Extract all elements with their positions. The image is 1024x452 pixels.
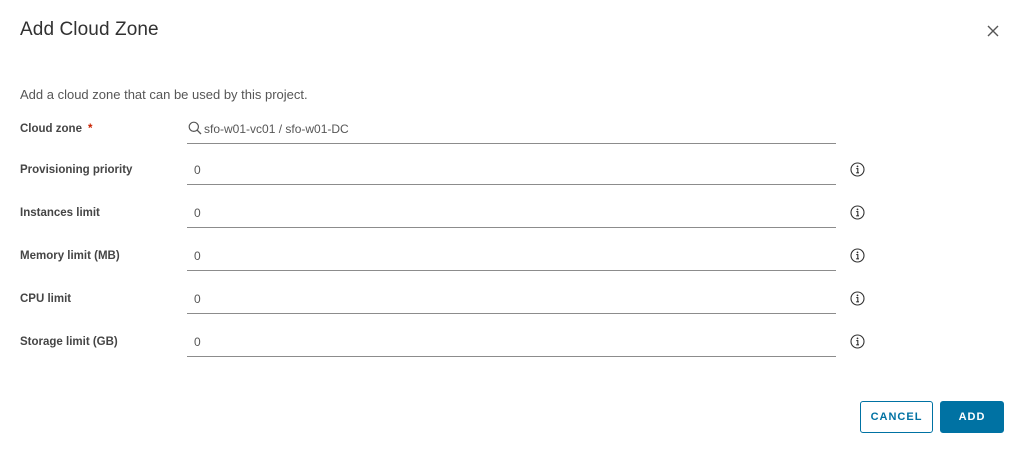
- info-icon[interactable]: [850, 205, 865, 220]
- info-icon[interactable]: [850, 291, 865, 306]
- instances-limit-field: [187, 199, 836, 228]
- storage-limit-field: [187, 328, 836, 357]
- info-icon[interactable]: [850, 248, 865, 263]
- cloud-zone-label: Cloud zone *: [20, 123, 93, 135]
- storage-limit-input[interactable]: [187, 329, 836, 355]
- cloud-zone-row: Cloud zone *: [0, 115, 1024, 145]
- close-icon: [987, 25, 999, 37]
- cloud-zone-field: [187, 115, 836, 144]
- memory-limit-label: Memory limit (MB): [20, 250, 120, 262]
- instances-limit-input[interactable]: [187, 200, 836, 226]
- storage-limit-row: Storage limit (GB): [0, 328, 1024, 358]
- memory-limit-row: Memory limit (MB): [0, 242, 1024, 272]
- close-button[interactable]: [983, 21, 1003, 41]
- cpu-limit-input[interactable]: [187, 286, 836, 312]
- provisioning-priority-row: Provisioning priority: [0, 156, 1024, 186]
- required-marker: *: [87, 123, 93, 135]
- info-icon[interactable]: [850, 162, 865, 177]
- storage-limit-label: Storage limit (GB): [20, 336, 118, 348]
- instances-limit-label: Instances limit: [20, 207, 100, 219]
- cpu-limit-label: CPU limit: [20, 293, 72, 305]
- instances-limit-row: Instances limit: [0, 199, 1024, 229]
- cloud-zone-input[interactable]: [187, 116, 836, 142]
- dialog-description: Add a cloud zone that can be used by thi…: [20, 87, 308, 102]
- search-icon: [188, 121, 202, 135]
- add-cloud-zone-dialog: Add Cloud Zone Add a cloud zone that can…: [0, 0, 1024, 452]
- memory-limit-field: [187, 242, 836, 271]
- dialog-title: Add Cloud Zone: [20, 19, 159, 40]
- provisioning-priority-input[interactable]: [187, 157, 836, 183]
- cancel-button[interactable]: CANCEL: [860, 401, 933, 433]
- cpu-limit-field: [187, 285, 836, 314]
- info-icon[interactable]: [850, 334, 865, 349]
- memory-limit-input[interactable]: [187, 243, 836, 269]
- provisioning-priority-field: [187, 156, 836, 185]
- cpu-limit-row: CPU limit: [0, 285, 1024, 315]
- add-button[interactable]: ADD: [940, 401, 1004, 433]
- provisioning-priority-label: Provisioning priority: [20, 164, 133, 176]
